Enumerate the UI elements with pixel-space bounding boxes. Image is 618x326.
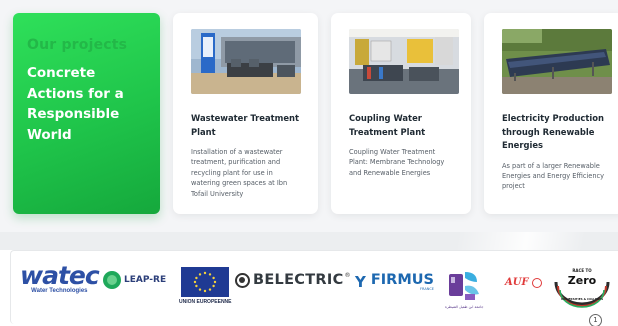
leap-globe-icon bbox=[103, 271, 121, 289]
eu-label: UNION EUROPEENNE bbox=[179, 299, 232, 305]
firmus-wordmark: FIRMUS bbox=[370, 272, 434, 288]
auf-wordmark: AUF bbox=[505, 277, 529, 288]
project-card-wastewater[interactable]: Wastewater Treatment Plant Installation … bbox=[173, 13, 318, 214]
race-to-zero-badge-icon: RACE TO Zero UNIVERSITIES & COLLEGES bbox=[552, 264, 612, 308]
project-title: Electricity Production through Renewable… bbox=[502, 113, 604, 150]
belectric-wordmark: BELECTRIC bbox=[253, 272, 344, 288]
project-title: Wastewater Treatment Plant bbox=[191, 113, 300, 137]
belectric-registered-mark: ® bbox=[344, 272, 351, 279]
membrane-equipment-photo bbox=[349, 29, 459, 94]
project-title: Coupling Water Treatment Plant bbox=[349, 113, 426, 137]
zero-label: Zero bbox=[567, 274, 597, 287]
auf-seal-icon bbox=[531, 277, 542, 288]
band-shine bbox=[388, 232, 618, 250]
project-card-coupling[interactable]: Coupling Water Treatment Plant Coupling … bbox=[331, 13, 471, 214]
treatment-plant-photo bbox=[191, 29, 301, 94]
race-to-zero-logo[interactable]: RACE TO Zero UNIVERSITIES & COLLEGES bbox=[552, 264, 612, 308]
page-number-badge[interactable]: 1 bbox=[589, 314, 602, 326]
eu-flag-icon bbox=[181, 267, 230, 297]
watec-subtitle: Water Technologies bbox=[31, 288, 88, 294]
belectric-logo[interactable]: BELECTRIC ® bbox=[235, 272, 351, 288]
section-title: Concrete Actions for a Responsible World bbox=[27, 63, 146, 145]
section-title-line: Responsible bbox=[27, 106, 120, 122]
firmus-logo[interactable]: Y FIRMUS FRANCE bbox=[355, 272, 434, 291]
firmus-y-icon: Y bbox=[355, 272, 366, 291]
watec-wordmark: watec bbox=[20, 261, 100, 290]
leap-re-logo[interactable]: LEAP-RE bbox=[103, 271, 166, 289]
watec-logo[interactable]: watec Water Technologies bbox=[20, 261, 100, 294]
projects-hero-card: Our projects Concrete Actions for a Resp… bbox=[13, 13, 160, 214]
university-emblem-icon bbox=[447, 268, 481, 302]
ibn-tofail-logo[interactable]: جامعة ابن طفيل القنيطرة bbox=[445, 268, 483, 309]
project-description: As part of a larger Renewable Energies a… bbox=[502, 161, 605, 191]
belectric-circle-icon bbox=[235, 272, 250, 288]
project-description: Coupling Water Treatment Plant: Membrane… bbox=[349, 148, 445, 177]
section-kicker: Our projects bbox=[27, 37, 128, 53]
section-title-line: Concrete bbox=[27, 65, 96, 81]
leap-wordmark: LEAP-RE bbox=[124, 275, 167, 285]
universities-label: UNIVERSITIES & COLLEGES bbox=[560, 297, 604, 301]
section-title-line: World bbox=[27, 126, 72, 143]
project-description: Installation of a wastewater treatment, … bbox=[191, 148, 288, 198]
eu-logo[interactable]: UNION EUROPEENNE bbox=[179, 267, 232, 305]
section-title-line: Actions for a bbox=[27, 85, 124, 102]
firmus-subtitle: FRANCE bbox=[420, 287, 434, 291]
university-caption: جامعة ابن طفيل القنيطرة bbox=[445, 305, 484, 309]
auf-logo[interactable]: AUF bbox=[505, 277, 542, 288]
solar-panels-photo bbox=[502, 29, 612, 94]
race-to-label: RACE TO bbox=[572, 268, 592, 273]
project-card-electricity[interactable]: Electricity Production through Renewable… bbox=[484, 13, 618, 214]
